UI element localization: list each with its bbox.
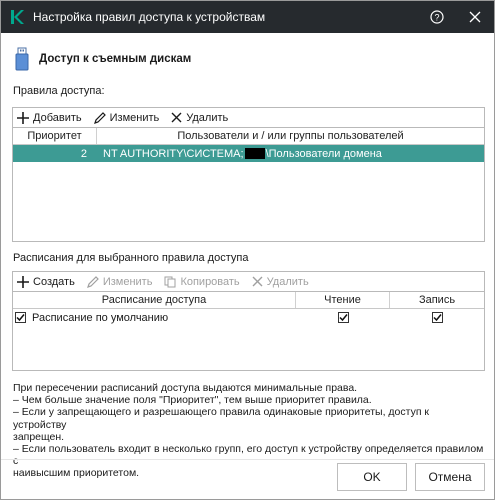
dialog-window: Настройка правил доступа к устройствам ?…: [0, 0, 495, 500]
add-rule-button[interactable]: Добавить: [17, 111, 82, 124]
window-title: Настройка правил доступа к устройствам: [33, 10, 266, 24]
svg-text:?: ?: [434, 13, 439, 23]
copy-schedule-label: Копировать: [180, 275, 240, 288]
edit-schedule-label: Изменить: [102, 275, 153, 288]
create-schedule-button[interactable]: Создать: [17, 275, 75, 288]
copy-icon: [164, 276, 176, 287]
table-row[interactable]: 2 NT AUTHORITY\СИСТЕМА; \Пользователи дом…: [13, 145, 484, 162]
schedules-table[interactable]: Расписание доступа Чтение Запись Расписа…: [12, 291, 485, 371]
add-rule-label: Добавить: [33, 111, 82, 124]
write-cell: [390, 309, 484, 326]
column-users[interactable]: Пользователи и / или группы пользователе…: [97, 128, 484, 144]
cancel-button[interactable]: Отмена: [415, 463, 485, 491]
table-row[interactable]: Расписание по умолчанию: [13, 309, 484, 326]
edit-schedule-button[interactable]: Изменить: [86, 275, 153, 288]
schedule-name-cell: Расписание по умолчанию: [13, 309, 296, 326]
cross-icon: [171, 112, 182, 123]
delete-schedule-button[interactable]: Удалить: [252, 276, 309, 288]
info-line: запрещен.: [13, 430, 65, 443]
create-schedule-label: Создать: [33, 275, 75, 288]
read-cell: [296, 309, 390, 326]
rules-label: Правила доступа:: [13, 85, 105, 97]
plus-icon: [17, 275, 29, 288]
column-priority[interactable]: Приоритет: [13, 128, 97, 144]
usb-drive-icon: [15, 47, 29, 71]
info-line: – Если у запрещающего и разрешающего пра…: [13, 406, 430, 431]
column-schedule[interactable]: Расписание доступа: [13, 292, 296, 308]
copy-schedule-button[interactable]: Копировать: [164, 275, 240, 288]
rule-users: NT AUTHORITY\СИСТЕМА; \Пользователи домен…: [97, 145, 484, 162]
column-read[interactable]: Чтение: [296, 292, 390, 308]
rule-priority: 2: [80, 147, 87, 160]
schedules-toolbar: Создать Изменить Копировать Удалить: [12, 271, 485, 291]
pencil-icon: [93, 111, 106, 124]
schedule-enabled-checkbox[interactable]: [15, 312, 26, 323]
checkmark-icon: [432, 314, 442, 322]
delete-rule-label: Удалить: [186, 111, 229, 124]
checkmark-icon: [338, 314, 348, 322]
delete-schedule-label: Удалить: [266, 275, 309, 288]
delete-rule-button[interactable]: Удалить: [171, 112, 228, 124]
plus-icon: [17, 111, 29, 124]
ok-button[interactable]: OK: [337, 463, 407, 491]
info-line: – Чем больше значение поля "Приоритет", …: [13, 394, 372, 407]
close-button[interactable]: [456, 1, 494, 33]
info-line: При пересечении расписаний доступа выдаю…: [13, 382, 358, 394]
schedules-table-header: Расписание доступа Чтение Запись: [13, 292, 484, 309]
footer-divider: [1, 459, 494, 460]
schedules-label: Расписания для выбранного правила доступ…: [13, 252, 249, 264]
help-icon: ?: [430, 10, 444, 24]
header: Доступ к съемным дискам: [15, 47, 191, 71]
close-icon: [469, 11, 481, 23]
rule-users-prefix: NT AUTHORITY\СИСТЕМА;: [103, 147, 244, 160]
schedule-name: Расписание по умолчанию: [32, 311, 169, 324]
edit-rule-label: Изменить: [109, 111, 160, 124]
read-checkbox[interactable]: [337, 312, 349, 323]
rules-table-header: Приоритет Пользователи и / или группы по…: [13, 128, 484, 145]
checkmark-icon: [16, 314, 25, 322]
cross-icon: [252, 276, 263, 287]
rules-toolbar: Добавить Изменить Удалить: [12, 107, 485, 127]
edit-rule-button[interactable]: Изменить: [93, 111, 160, 124]
write-checkbox[interactable]: [431, 312, 443, 323]
help-button[interactable]: ?: [418, 1, 456, 33]
header-title: Доступ к съемным дискам: [39, 53, 192, 65]
redacted-block: [244, 148, 265, 159]
rules-table[interactable]: Приоритет Пользователи и / или группы по…: [12, 127, 485, 242]
pencil-icon: [86, 275, 99, 288]
kaspersky-logo-icon: [1, 1, 33, 33]
title-bar: Настройка правил доступа к устройствам ?: [1, 1, 494, 33]
rule-users-suffix: \Пользователи домена: [265, 147, 382, 160]
column-write[interactable]: Запись: [390, 292, 484, 308]
